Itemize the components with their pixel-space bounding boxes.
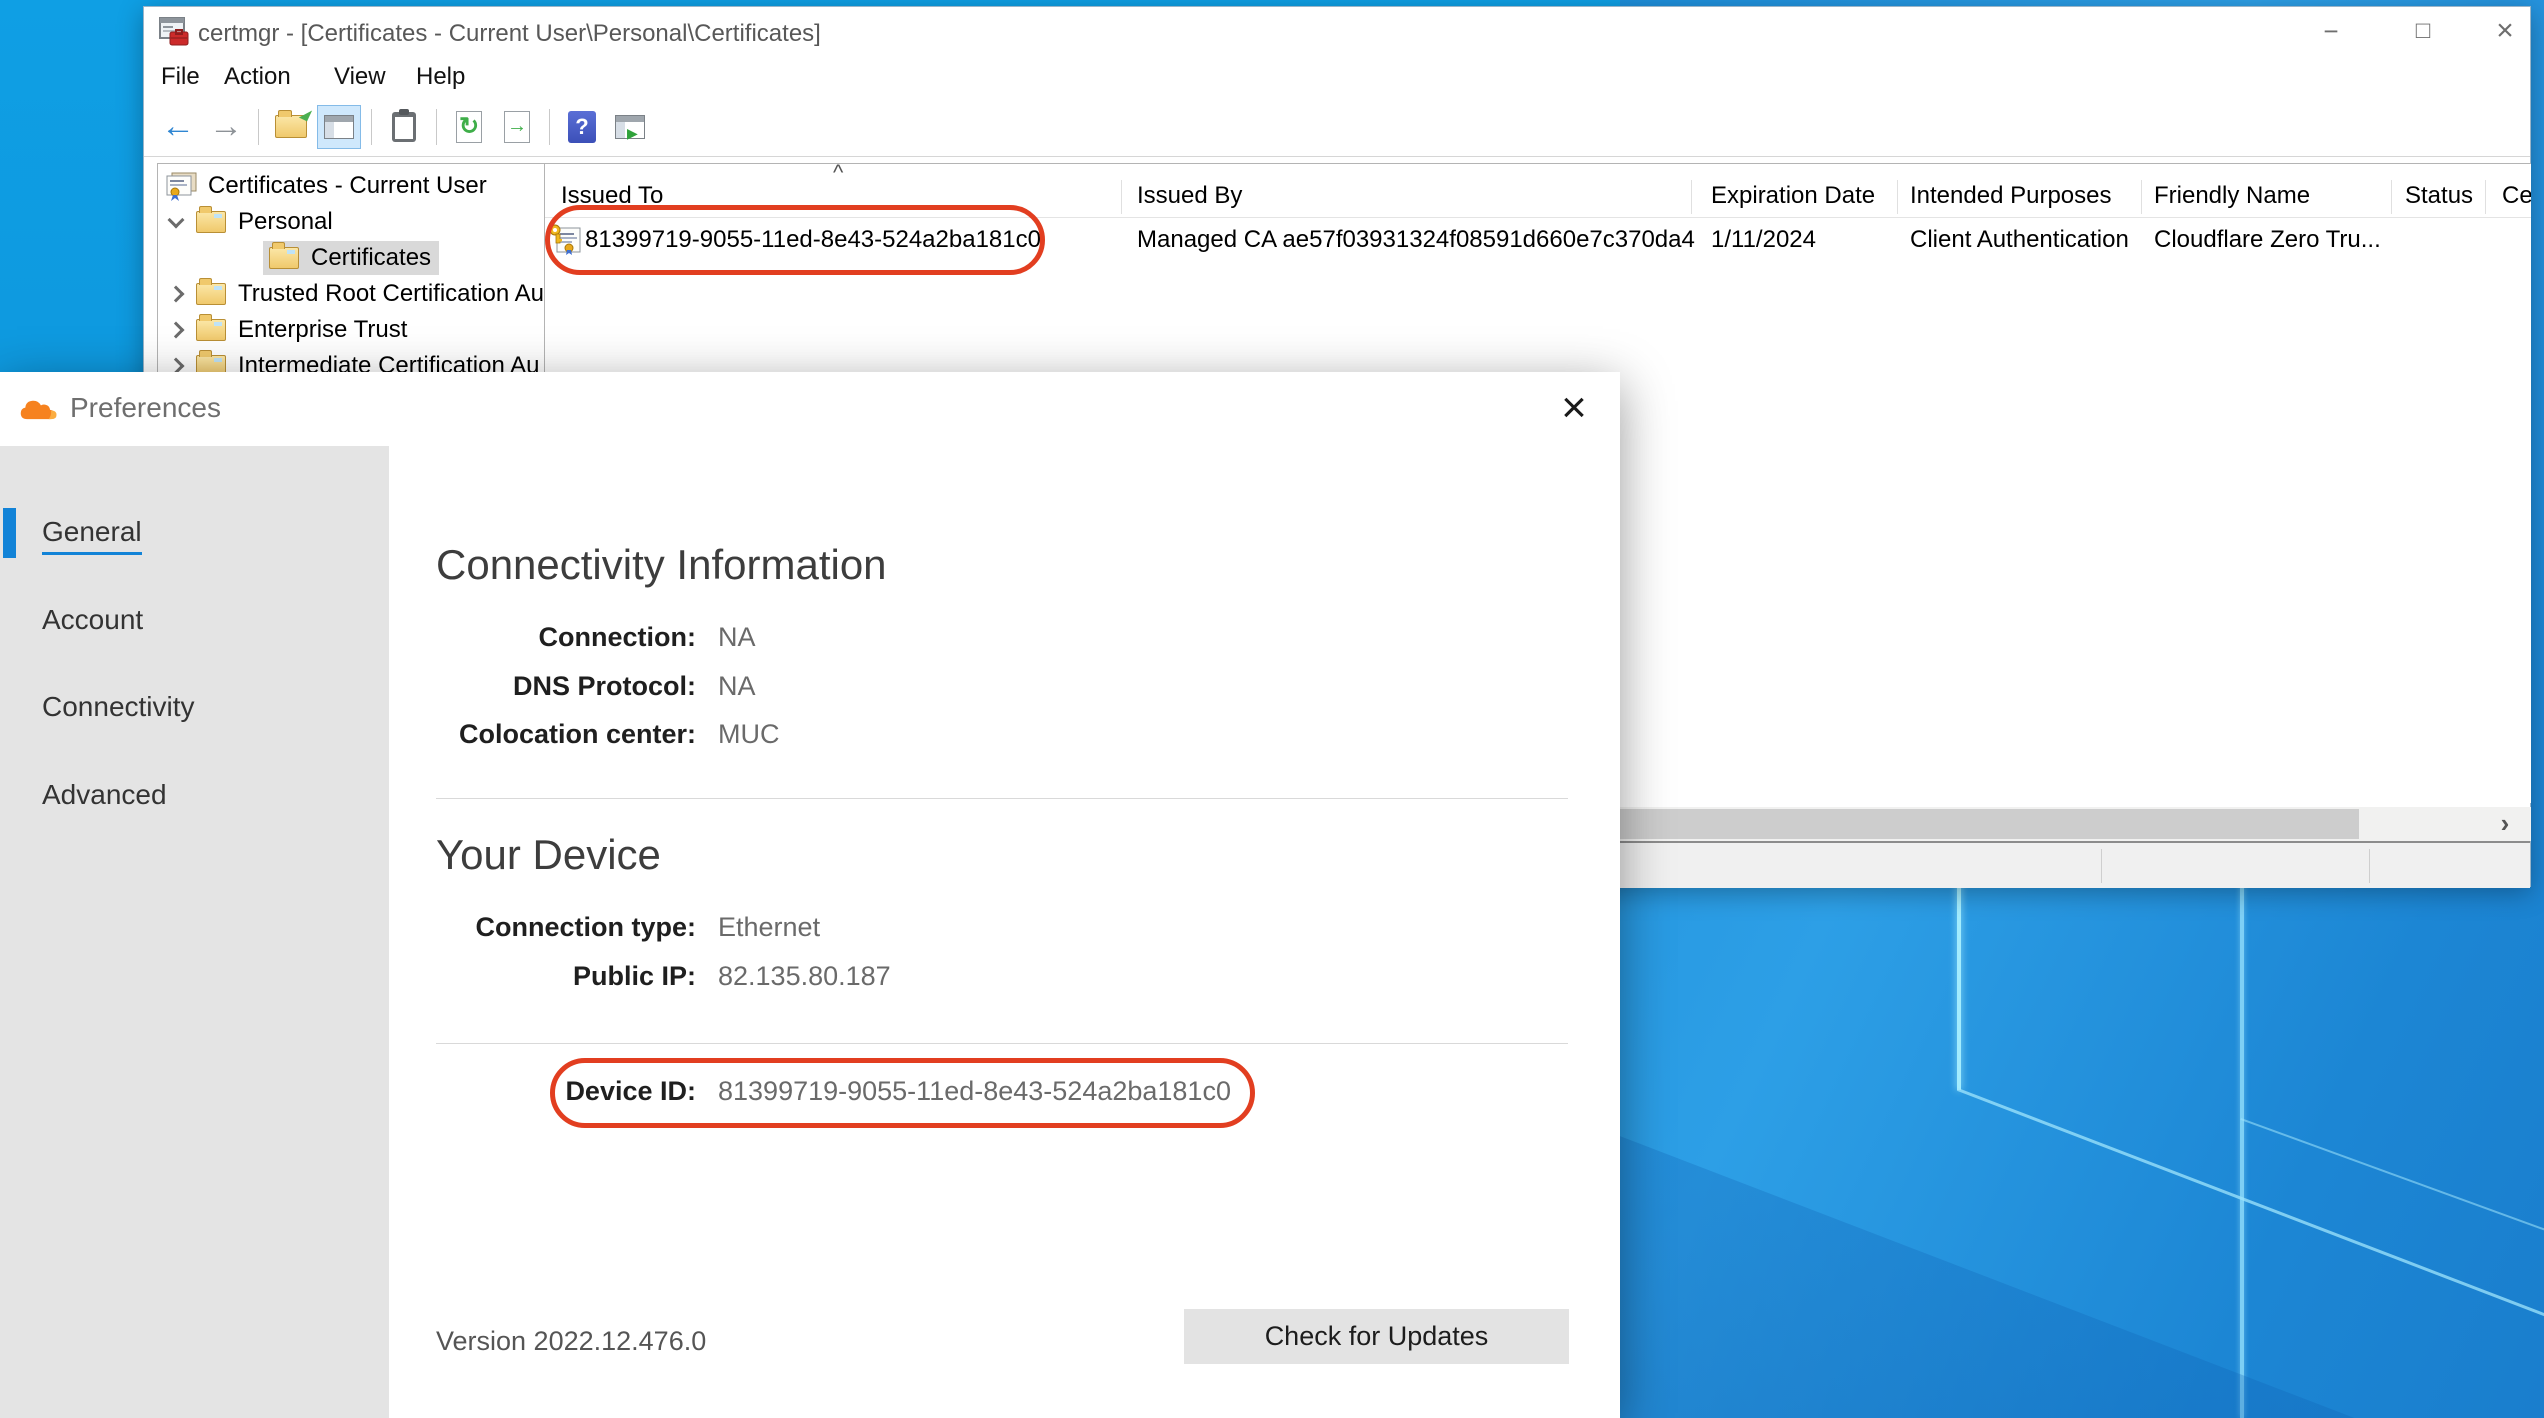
column-header-status[interactable]: Status bbox=[2405, 182, 2473, 210]
folder-icon bbox=[196, 319, 226, 341]
wallpaper-pane-line bbox=[2240, 880, 2244, 1418]
tree-item-enterprise-trust[interactable]: Enterprise Trust bbox=[158, 312, 544, 348]
tree-item-label: Trusted Root Certification Au bbox=[238, 280, 544, 308]
certmgr-app-icon bbox=[158, 16, 190, 48]
tree-item-label: Certificates bbox=[311, 244, 431, 272]
close-button[interactable]: × bbox=[2474, 7, 2536, 57]
sidebar-item-connectivity[interactable]: Connectivity bbox=[0, 683, 389, 733]
toolbar-separator bbox=[436, 109, 437, 145]
folder-icon bbox=[269, 247, 299, 269]
menu-help[interactable]: Help bbox=[416, 63, 465, 91]
window-title: certmgr - [Certificates - Current User\P… bbox=[198, 20, 821, 48]
close-icon[interactable]: × bbox=[1546, 380, 1602, 436]
version-text: Version 2022.12.476.0 bbox=[436, 1326, 706, 1357]
preferences-header[interactable]: Preferences × bbox=[0, 372, 1620, 446]
forward-icon[interactable]: → bbox=[204, 105, 248, 149]
section-divider bbox=[436, 798, 1568, 799]
cloudflare-logo-icon bbox=[18, 394, 62, 424]
export-list-icon[interactable]: → bbox=[495, 105, 539, 149]
info-row-colocation-center: Colocation center: MUC bbox=[389, 719, 1620, 759]
folder-icon bbox=[196, 211, 226, 233]
show-console-tree-icon[interactable] bbox=[317, 105, 361, 149]
preferences-sidebar: General Account Connectivity Advanced bbox=[0, 446, 389, 1418]
toolbar-separator bbox=[258, 109, 259, 145]
wallpaper-pane-line bbox=[1957, 880, 1961, 1090]
tree-selection: Certificates bbox=[263, 241, 439, 275]
new-window-icon[interactable]: ▶ bbox=[608, 105, 652, 149]
column-header-issued-by[interactable]: Issued By bbox=[1137, 182, 1242, 210]
sidebar-item-account[interactable]: Account bbox=[0, 596, 389, 646]
preferences-content: Connectivity Information Connection: NA … bbox=[389, 446, 1620, 1418]
back-icon[interactable]: ← bbox=[156, 105, 200, 149]
column-header-expiration-date[interactable]: Expiration Date bbox=[1711, 182, 1875, 210]
annotation-ellipse-device-id bbox=[550, 1058, 1255, 1128]
sidebar-item-advanced[interactable]: Advanced bbox=[0, 771, 389, 821]
minimize-button[interactable]: − bbox=[2300, 7, 2362, 57]
info-row-connection-type: Connection type: Ethernet bbox=[389, 912, 1620, 952]
chevron-down-icon[interactable] bbox=[168, 212, 185, 229]
help-icon[interactable]: ? bbox=[560, 105, 604, 149]
menu-bar: File Action View Help bbox=[144, 57, 2530, 97]
tree-item-certificates[interactable]: Certificates bbox=[158, 240, 544, 276]
section-divider bbox=[436, 1043, 1568, 1044]
section-heading-your-device: Your Device bbox=[436, 831, 661, 879]
certmgr-titlebar[interactable]: certmgr - [Certificates - Current User\P… bbox=[144, 7, 2530, 57]
check-for-updates-button[interactable]: Check for Updates bbox=[1184, 1309, 1569, 1364]
annotation-ellipse-issued-to bbox=[545, 205, 1045, 275]
chevron-right-icon[interactable] bbox=[168, 286, 185, 303]
cell-issued-by: Managed CA ae57f03931324f08591d660e7c370… bbox=[1137, 226, 1695, 254]
desktop: certmgr - [Certificates - Current User\P… bbox=[0, 0, 2544, 1418]
column-header-friendly-name[interactable]: Friendly Name bbox=[2154, 182, 2310, 210]
certificate-store-icon bbox=[164, 171, 198, 201]
cell-expiration-date: 1/11/2024 bbox=[1711, 226, 1816, 254]
column-header-certificate[interactable]: Ce bbox=[2502, 182, 2531, 210]
preferences-dialog: Preferences × General Account Connectivi… bbox=[0, 372, 1620, 1418]
folder-icon bbox=[196, 283, 226, 305]
cell-intended-purposes: Client Authentication bbox=[1910, 226, 2129, 254]
tree-item-trusted-root[interactable]: Trusted Root Certification Au bbox=[158, 276, 544, 312]
menu-action[interactable]: Action bbox=[224, 63, 291, 91]
toolbar-separator bbox=[549, 109, 550, 145]
tree-item-label: Enterprise Trust bbox=[238, 316, 407, 344]
info-row-public-ip: Public IP: 82.135.80.187 bbox=[389, 961, 1620, 1001]
menu-view[interactable]: View bbox=[334, 63, 386, 91]
info-row-connection: Connection: NA bbox=[389, 622, 1620, 662]
chevron-right-icon[interactable] bbox=[168, 322, 185, 339]
column-header-intended-purposes[interactable]: Intended Purposes bbox=[1910, 182, 2111, 210]
toolbar: ← → ↻ → ? ▶ bbox=[144, 97, 2530, 157]
refresh-icon[interactable]: ↻ bbox=[447, 105, 491, 149]
export-folder-icon[interactable] bbox=[269, 105, 313, 149]
sidebar-item-general[interactable]: General bbox=[0, 508, 389, 558]
tree-item-personal[interactable]: Personal bbox=[158, 204, 544, 240]
section-heading-connectivity: Connectivity Information bbox=[436, 541, 887, 589]
dialog-title: Preferences bbox=[70, 392, 221, 424]
clipboard-icon[interactable] bbox=[382, 105, 426, 149]
scroll-right-icon[interactable]: › bbox=[2485, 807, 2525, 841]
maximize-button[interactable]: □ bbox=[2392, 7, 2454, 57]
toolbar-separator bbox=[371, 109, 372, 145]
tree-item-label: Personal bbox=[238, 208, 333, 236]
cell-friendly-name: Cloudflare Zero Tru... bbox=[2154, 226, 2381, 254]
tree-item-certificates-current-user[interactable]: Certificates - Current User bbox=[158, 168, 544, 204]
tree-item-label: Certificates - Current User bbox=[208, 172, 487, 200]
info-row-dns-protocol: DNS Protocol: NA bbox=[389, 671, 1620, 711]
menu-file[interactable]: File bbox=[161, 63, 200, 91]
